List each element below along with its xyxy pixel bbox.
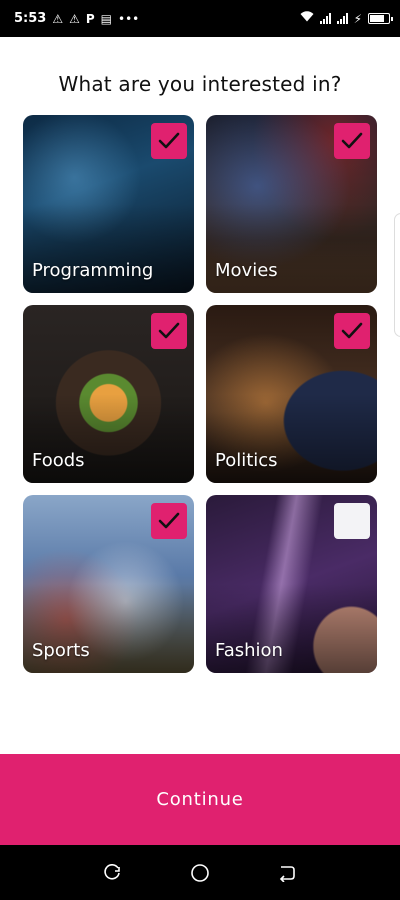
status-bar: 5:53 ⚠ ⚠ P ▤ ••• ⚡ [0,0,400,37]
interest-card-politics[interactable]: Politics [206,305,377,483]
checkbox-unchecked-icon[interactable] [334,503,370,539]
continue-button[interactable]: Continue [0,754,400,845]
interest-card-programming[interactable]: Programming [23,115,194,293]
news-icon: ▤ [100,11,113,26]
signal-icon [319,13,331,24]
warning-icon: ⚠ [69,11,80,26]
recents-icon[interactable] [101,861,125,885]
more-dots-icon: ••• [118,11,140,26]
interest-label: Movies [215,260,278,281]
checkbox-checked-icon[interactable] [334,313,370,349]
interest-label: Fashion [215,640,283,661]
interest-card-foods[interactable]: Foods [23,305,194,483]
interest-label: Politics [215,450,278,471]
interest-card-sports[interactable]: Sports [23,495,194,673]
warning-icon: ⚠ [52,11,64,26]
status-right: ⚡ [300,11,393,26]
checkbox-checked-icon[interactable] [151,313,187,349]
interest-card-movies[interactable]: Movies [206,115,377,293]
parking-icon: P [85,11,95,26]
interest-grid: Programming Movies Foods Politics Sports [23,115,377,673]
checkbox-checked-icon[interactable] [151,503,187,539]
checkbox-checked-icon[interactable] [334,123,370,159]
charging-icon: ⚡ [353,11,362,26]
signal-icon [336,13,348,24]
edge-panel-handle[interactable] [394,213,400,337]
interest-label: Programming [32,260,154,281]
status-time: 5:53 [14,11,47,26]
page-title: What are you interested in? [58,72,342,96]
interest-label: Sports [32,640,90,661]
home-icon[interactable] [188,861,212,885]
system-nav-bar [0,845,400,900]
wifi-icon [300,11,314,26]
status-left: 5:53 ⚠ ⚠ P ▤ ••• [14,11,139,26]
checkbox-checked-icon[interactable] [151,123,187,159]
interest-label: Foods [32,450,85,471]
interest-card-fashion[interactable]: Fashion [206,495,377,673]
back-icon[interactable] [275,861,299,885]
battery-icon [368,13,393,24]
